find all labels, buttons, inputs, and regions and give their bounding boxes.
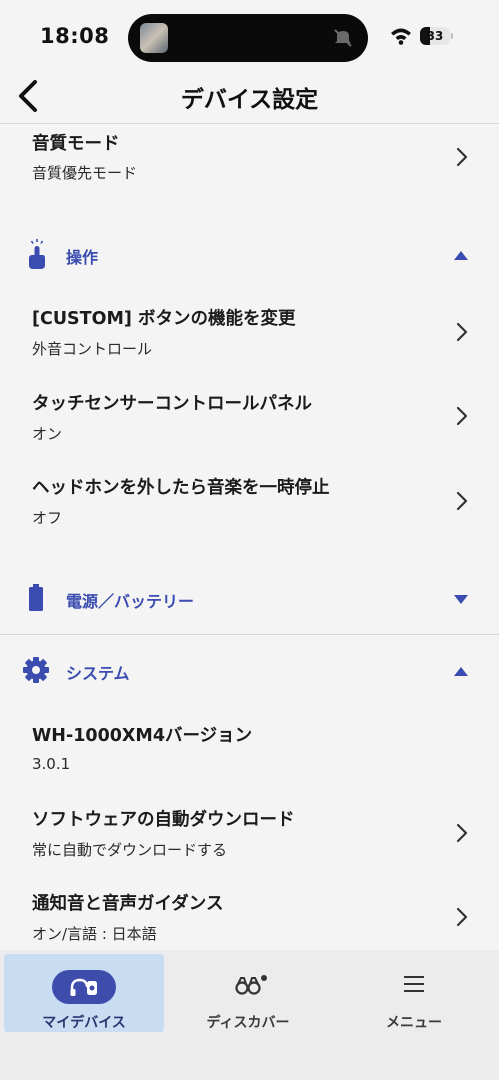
section-label: システム [66, 664, 130, 683]
setting-value: 外音コントロール [32, 340, 153, 358]
binoculars-icon [232, 972, 268, 998]
setting-value: 3.0.1 [32, 755, 71, 773]
battery-percent: 33 [426, 29, 444, 43]
mute-icon [332, 27, 354, 53]
tab-bar: マイデバイス ディスカバー メニュー [0, 950, 499, 1080]
page-title: デバイス設定 [180, 87, 319, 113]
chevron-right-icon [456, 322, 468, 342]
setting-custom-button[interactable]: [CUSTOM] ボタンの機能を変更 外音コントロール [0, 300, 499, 372]
hamburger-icon [402, 972, 426, 996]
setting-software-download[interactable]: ソフトウェアの自動ダウンロード 常に自動でダウンロードする [0, 801, 499, 873]
tab-label: ディスカバー [206, 1015, 290, 1031]
section-operation[interactable]: 操作 [0, 235, 499, 275]
setting-title: 通知音と音声ガイダンス [32, 894, 224, 914]
now-playing-thumbnail [140, 23, 168, 53]
caret-down-icon [454, 595, 468, 604]
section-label: 操作 [66, 248, 99, 267]
setting-title: ソフトウェアの自動ダウンロード [32, 810, 295, 830]
chevron-right-icon [456, 823, 468, 843]
touch-icon [22, 239, 50, 269]
chevron-right-icon [456, 907, 468, 927]
section-power-battery[interactable]: 電源／バッテリー [0, 579, 499, 619]
setting-auto-pause[interactable]: ヘッドホンを外したら音楽を一時停止 オフ [0, 469, 499, 541]
setting-value: 音質優先モード [32, 164, 138, 182]
dynamic-island [128, 14, 368, 62]
setting-title: [CUSTOM] ボタンの機能を変更 [32, 309, 296, 329]
divider [0, 634, 499, 635]
tab-active-pill [52, 970, 116, 1004]
section-label: 電源／バッテリー [66, 592, 195, 611]
tab-discover[interactable]: ディスカバー [168, 954, 328, 1032]
status-bar: 18:08 33 [0, 0, 499, 72]
status-time: 18:08 [40, 24, 110, 48]
battery-icon [22, 583, 50, 613]
settings-list[interactable]: 音質モード 音質優先モード 操作 [CUSTOM] ボタンの機能を変更 外音コン… [0, 125, 499, 950]
tab-my-device[interactable]: マイデバイス [4, 954, 164, 1032]
caret-up-icon [454, 251, 468, 260]
setting-notification-voice[interactable]: 通知音と音声ガイダンス オン/言語 : 日本語 [0, 885, 499, 950]
wifi-icon [390, 27, 412, 49]
tab-label: メニュー [386, 1015, 442, 1031]
caret-up-icon [454, 667, 468, 676]
setting-title: タッチセンサーコントロールパネル [32, 394, 312, 414]
chevron-right-icon [456, 147, 468, 167]
setting-value: 常に自動でダウンロードする [32, 841, 228, 859]
headphones-icon [70, 978, 97, 996]
chevron-right-icon [456, 406, 468, 426]
setting-touch-panel[interactable]: タッチセンサーコントロールパネル オン [0, 385, 499, 457]
tab-label: マイデバイス [42, 1015, 126, 1031]
setting-sound-mode[interactable]: 音質モード 音質優先モード [0, 125, 499, 195]
setting-value: オン/言語 : 日本語 [32, 925, 157, 943]
setting-title: 音質モード [32, 134, 120, 154]
chevron-right-icon [456, 491, 468, 511]
setting-title: WH-1000XM4バージョン [32, 726, 253, 746]
section-system[interactable]: システム [0, 651, 499, 691]
nav-header: デバイス設定 [0, 72, 499, 124]
setting-value: オフ [32, 509, 63, 527]
battery-nub [451, 33, 453, 39]
setting-title: ヘッドホンを外したら音楽を一時停止 [32, 478, 330, 498]
gear-icon [22, 655, 50, 685]
setting-firmware-version: WH-1000XM4バージョン 3.0.1 [0, 717, 499, 781]
battery-icon: 33 [420, 27, 450, 45]
setting-value: オン [32, 425, 63, 443]
tab-menu[interactable]: メニュー [334, 954, 494, 1032]
